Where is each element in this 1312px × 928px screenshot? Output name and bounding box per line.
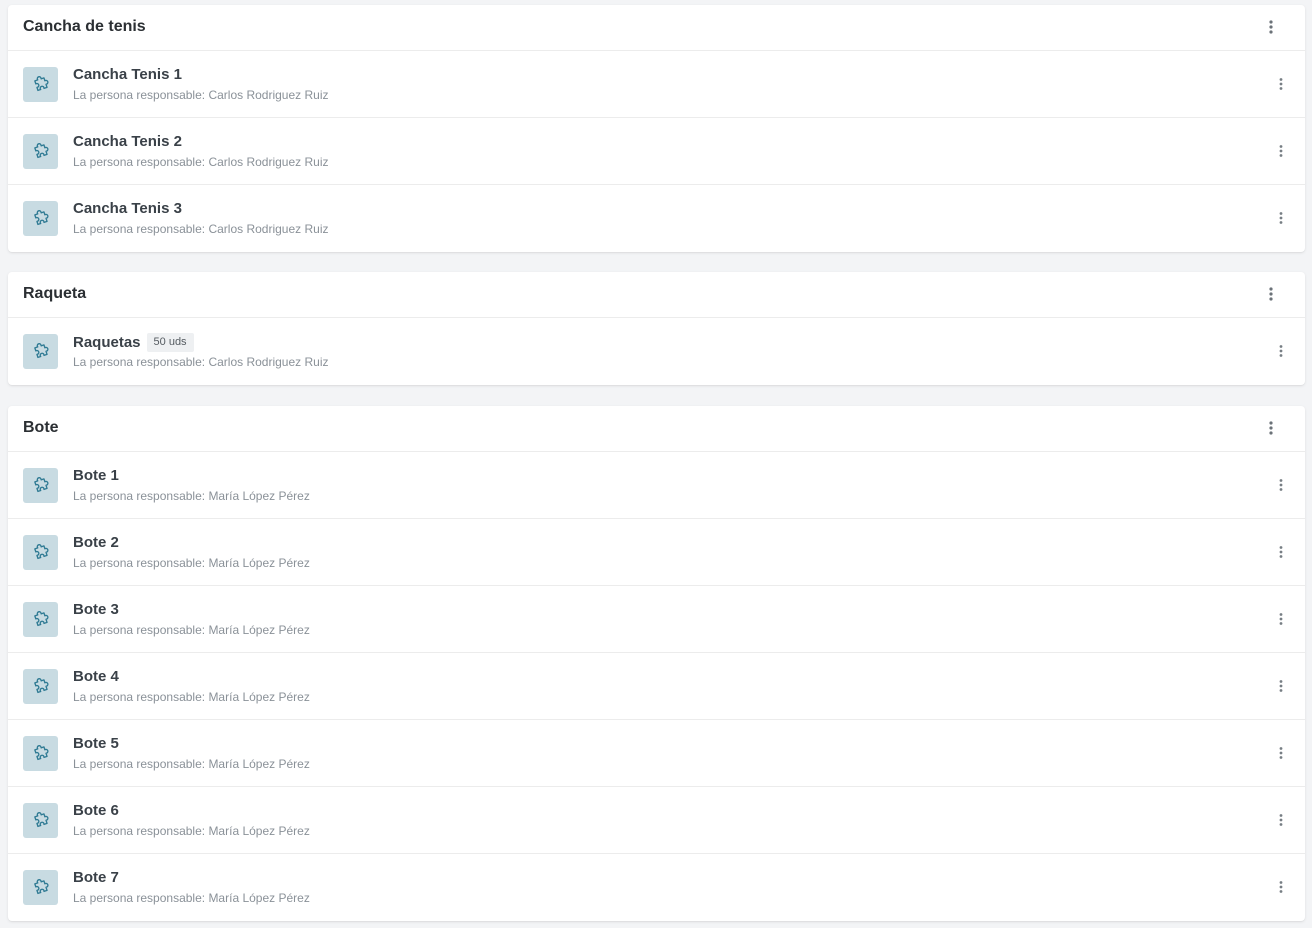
list-item[interactable]: Cancha Tenis 3 La persona responsable: C…: [8, 185, 1305, 252]
puzzle-piece-icon: [23, 67, 58, 102]
list-item[interactable]: Raquetas 50 uds La persona responsable: …: [8, 318, 1305, 385]
puzzle-piece-icon: [23, 468, 58, 503]
item-name: Bote 4: [73, 668, 119, 685]
more-vertical-icon[interactable]: [1271, 877, 1291, 897]
item-name: Bote 5: [73, 735, 119, 752]
item-responsible: La persona responsable: María López Pére…: [73, 556, 310, 570]
group-header: Raqueta: [8, 272, 1305, 318]
responsible-label: La persona responsable:: [73, 489, 209, 503]
more-vertical-icon[interactable]: [1271, 810, 1291, 830]
group-header: Cancha de tenis: [8, 5, 1305, 51]
responsible-label: La persona responsable:: [73, 88, 209, 102]
list-item[interactable]: Bote 4 La persona responsable: María Lóp…: [8, 653, 1305, 720]
item-responsible: La persona responsable: Carlos Rodriguez…: [73, 88, 328, 102]
group-raqueta: Raqueta Raquetas 50 uds La persona respo…: [8, 272, 1305, 385]
item-name: Bote 1: [73, 467, 119, 484]
responsible-label: La persona responsable:: [73, 824, 209, 838]
responsible-label: La persona responsable:: [73, 155, 209, 169]
list-item[interactable]: Cancha Tenis 2 La persona responsable: C…: [8, 118, 1305, 185]
group-bote: Bote Bote 1 La persona responsable: Marí…: [8, 406, 1305, 921]
item-responsible: La persona responsable: María López Pére…: [73, 690, 310, 704]
puzzle-piece-icon: [23, 201, 58, 236]
responsible-name: María López Pérez: [208, 489, 310, 503]
responsible-name: María López Pérez: [208, 623, 310, 637]
group-title: Raqueta: [23, 285, 87, 302]
item-responsible: La persona responsable: María López Pére…: [73, 623, 310, 637]
puzzle-piece-icon: [23, 535, 58, 570]
item-responsible: La persona responsable: María López Pére…: [73, 757, 310, 771]
responsible-name: Carlos Rodriguez Ruiz: [208, 355, 329, 369]
puzzle-piece-icon: [23, 803, 58, 838]
responsible-name: Carlos Rodriguez Ruiz: [208, 222, 329, 236]
item-name: Cancha Tenis 3: [73, 200, 182, 217]
group-cancha-de-tenis: Cancha de tenis Cancha Tenis 1 La person…: [8, 5, 1305, 252]
more-vertical-icon[interactable]: [1271, 475, 1291, 495]
puzzle-piece-icon: [23, 134, 58, 169]
item-name: Bote 6: [73, 802, 119, 819]
item-responsible: La persona responsable: Carlos Rodriguez…: [73, 155, 328, 169]
item-name: Cancha Tenis 1: [73, 66, 182, 83]
more-vertical-icon[interactable]: [1271, 743, 1291, 763]
more-vertical-icon[interactable]: [1271, 542, 1291, 562]
responsible-name: María López Pérez: [208, 891, 310, 905]
responsible-name: Carlos Rodriguez Ruiz: [208, 88, 329, 102]
item-name: Bote 2: [73, 534, 119, 551]
responsible-label: La persona responsable:: [73, 623, 209, 637]
item-responsible: La persona responsable: María López Pére…: [73, 891, 310, 905]
puzzle-piece-icon: [23, 602, 58, 637]
item-responsible: La persona responsable: María López Pére…: [73, 824, 310, 838]
list-item[interactable]: Bote 2 La persona responsable: María Lóp…: [8, 519, 1305, 586]
responsible-label: La persona responsable:: [73, 757, 209, 771]
more-vertical-icon[interactable]: [1261, 418, 1281, 438]
list-item[interactable]: Bote 3 La persona responsable: María Lóp…: [8, 586, 1305, 653]
responsible-label: La persona responsable:: [73, 891, 209, 905]
quantity-badge: 50 uds: [146, 333, 194, 352]
more-vertical-icon[interactable]: [1271, 74, 1291, 94]
more-vertical-icon[interactable]: [1271, 609, 1291, 629]
group-header: Bote: [8, 406, 1305, 452]
puzzle-piece-icon: [23, 870, 58, 905]
puzzle-piece-icon: [23, 334, 58, 369]
item-name: Bote 3: [73, 601, 119, 618]
responsible-label: La persona responsable:: [73, 355, 209, 369]
group-title: Bote: [23, 419, 59, 436]
responsible-name: María López Pérez: [208, 690, 310, 704]
responsible-label: La persona responsable:: [73, 690, 209, 704]
item-name: Cancha Tenis 2: [73, 133, 182, 150]
item-responsible: La persona responsable: Carlos Rodriguez…: [73, 222, 328, 236]
responsible-name: María López Pérez: [208, 556, 310, 570]
responsible-label: La persona responsable:: [73, 556, 209, 570]
group-title: Cancha de tenis: [23, 18, 146, 35]
more-vertical-icon[interactable]: [1271, 141, 1291, 161]
list-item[interactable]: Bote 1 La persona responsable: María Lóp…: [8, 452, 1305, 519]
puzzle-piece-icon: [23, 669, 58, 704]
responsible-name: María López Pérez: [208, 757, 310, 771]
more-vertical-icon[interactable]: [1271, 208, 1291, 228]
more-vertical-icon[interactable]: [1271, 341, 1291, 361]
more-vertical-icon[interactable]: [1261, 284, 1281, 304]
responsible-name: Carlos Rodriguez Ruiz: [208, 155, 329, 169]
responsible-label: La persona responsable:: [73, 222, 209, 236]
responsible-name: María López Pérez: [208, 824, 310, 838]
list-item[interactable]: Bote 5 La persona responsable: María Lóp…: [8, 720, 1305, 787]
item-responsible: La persona responsable: María López Pére…: [73, 489, 310, 503]
more-vertical-icon[interactable]: [1271, 676, 1291, 696]
item-name: Bote 7: [73, 869, 119, 886]
puzzle-piece-icon: [23, 736, 58, 771]
more-vertical-icon[interactable]: [1261, 17, 1281, 37]
list-item[interactable]: Bote 7 La persona responsable: María Lóp…: [8, 854, 1305, 921]
list-item[interactable]: Bote 6 La persona responsable: María Lóp…: [8, 787, 1305, 854]
item-name: Raquetas: [73, 334, 141, 351]
item-responsible: La persona responsable: Carlos Rodriguez…: [73, 355, 328, 369]
list-item[interactable]: Cancha Tenis 1 La persona responsable: C…: [8, 51, 1305, 118]
